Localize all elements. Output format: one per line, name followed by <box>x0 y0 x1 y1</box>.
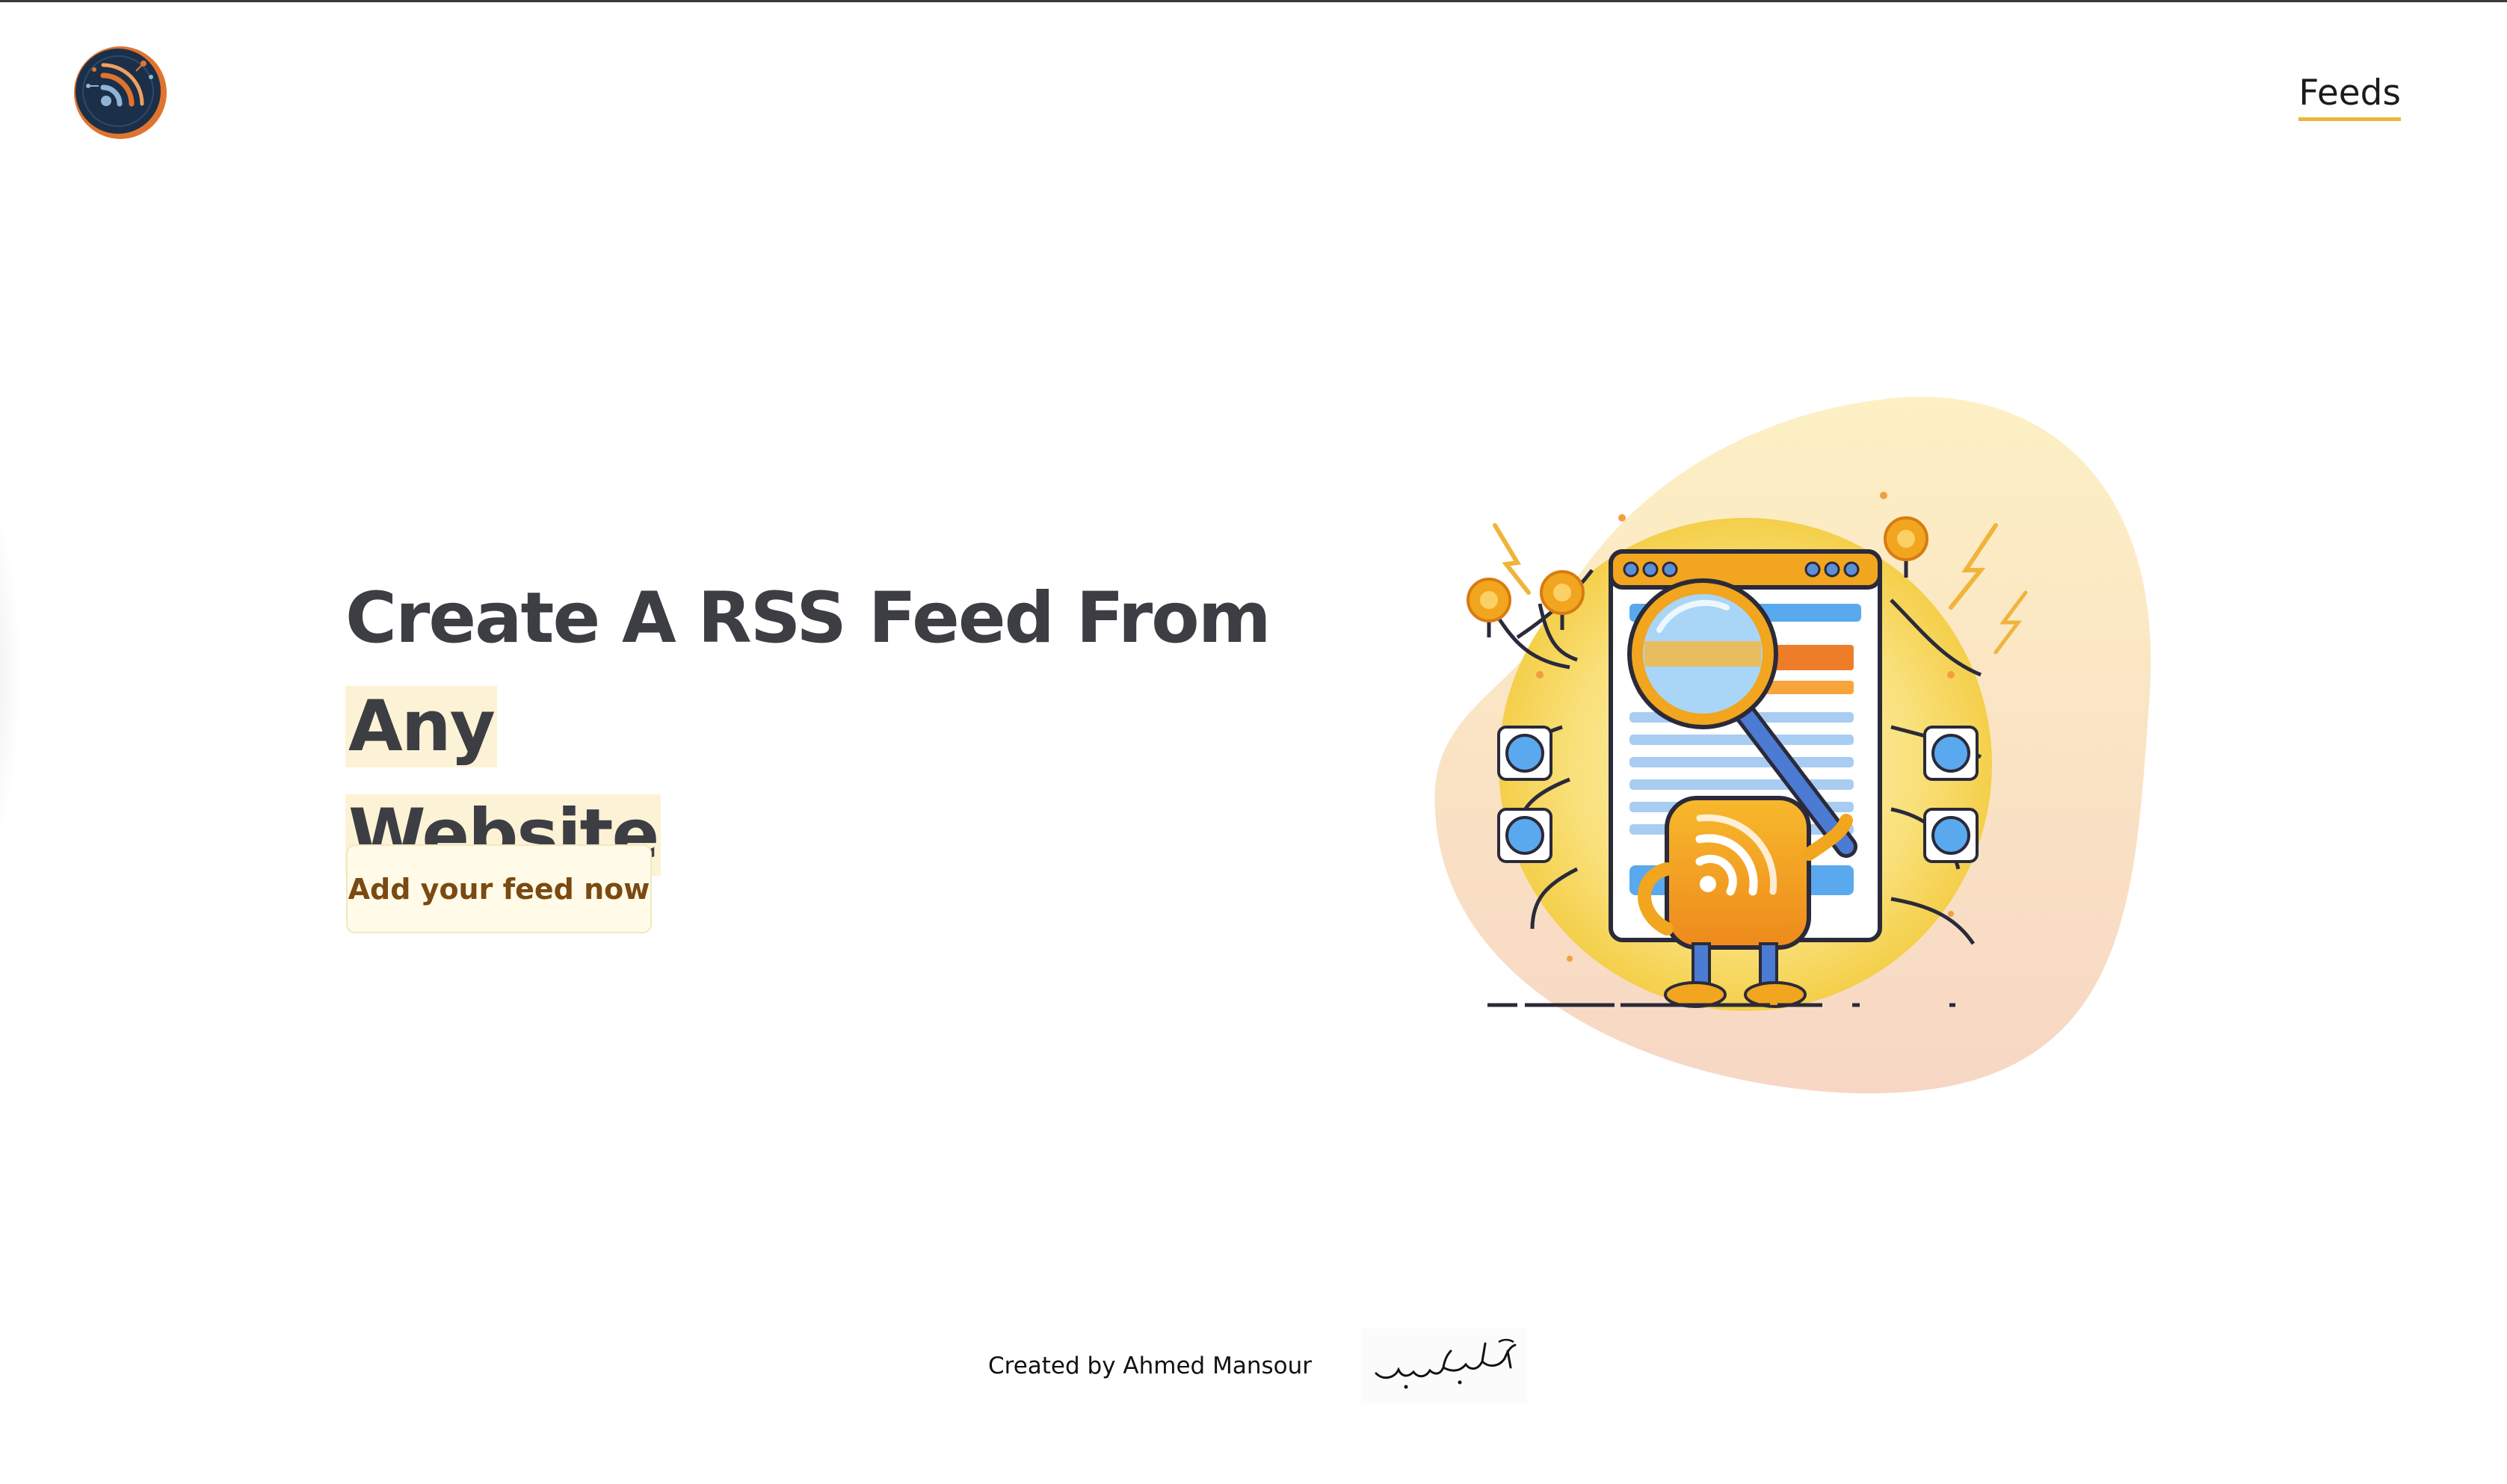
hero-title-highlight-any: Any <box>345 686 497 767</box>
nav-feeds-link[interactable]: Feeds <box>2298 74 2401 121</box>
footer: Created by Ahmed Mansour <box>972 1329 1540 1403</box>
rss-logo-icon[interactable] <box>72 44 169 141</box>
rss-robot-magnifier-illustration <box>1428 391 2160 1101</box>
footer-credit: Created by Ahmed Mansour <box>988 1352 1312 1379</box>
edge-shadow <box>0 466 22 884</box>
hero-title: Create A RSS Feed From Any Website <box>345 564 1332 889</box>
add-feed-button[interactable]: Add your feed now <box>346 844 652 933</box>
hero-title-text: Create A RSS Feed From <box>345 578 1271 659</box>
page: Feeds Create A RSS Feed From Any Website … <box>0 0 2507 1484</box>
signature-image <box>1360 1329 1527 1403</box>
